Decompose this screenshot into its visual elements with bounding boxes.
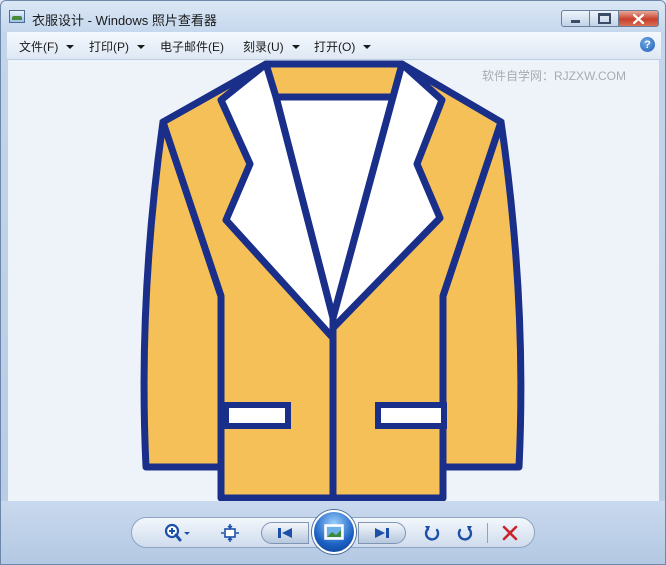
close-button[interactable]: [619, 10, 659, 27]
rotate-clockwise-button[interactable]: [454, 522, 476, 544]
previous-button[interactable]: [261, 522, 309, 544]
menu-email-label: 电子邮件(E): [160, 40, 224, 54]
chevron-down-icon: [291, 44, 300, 49]
next-button[interactable]: [358, 522, 406, 544]
next-icon: [375, 528, 389, 538]
maximize-button[interactable]: [590, 10, 619, 27]
menu-print[interactable]: 打印(P): [89, 38, 145, 55]
maximize-icon: [597, 13, 611, 24]
menu-open[interactable]: 打开(O): [314, 38, 372, 55]
photo-viewer-window: 衣服设计 - Windows 照片查看器 文件(F) 打印(P) 电子邮件(E)…: [0, 0, 666, 565]
slideshow-button[interactable]: [312, 510, 356, 554]
menu-burn[interactable]: 刻录(U): [243, 38, 300, 55]
jacket-right-pocket: [375, 402, 447, 429]
control-separator: [487, 523, 488, 543]
menu-file-label: 文件(F): [19, 40, 59, 54]
rotate-clockwise-icon: [457, 526, 473, 541]
chevron-down-icon: [137, 44, 145, 49]
jacket-left-pocket: [223, 402, 291, 429]
help-icon[interactable]: ?: [640, 37, 655, 52]
photo-viewer-icon: [9, 10, 25, 23]
title-bar[interactable]: 衣服设计 - Windows 照片查看器: [1, 1, 665, 32]
menu-email[interactable]: 电子邮件(E): [160, 38, 224, 55]
menu-open-label: 打开(O): [314, 40, 356, 54]
menu-print-label: 打印(P): [89, 40, 129, 54]
window-title: 衣服设计 - Windows 照片查看器: [32, 13, 217, 28]
image-viewport[interactable]: 软件自学网：RJZXW.COM: [8, 60, 659, 501]
delete-icon: [502, 525, 518, 541]
minimize-icon: [571, 19, 580, 23]
zoom-icon: [164, 523, 190, 542]
delete-button[interactable]: [499, 522, 521, 544]
menu-burn-label: 刻录(U): [243, 40, 284, 54]
control-bar: [1, 501, 665, 564]
close-icon: [633, 13, 644, 24]
jacket-illustration: [140, 60, 525, 501]
minimize-button[interactable]: [561, 10, 590, 27]
menu-file[interactable]: 文件(F): [19, 38, 75, 55]
rotate-counterclockwise-icon: [424, 526, 440, 541]
actual-size-icon: [221, 524, 239, 542]
watermark-text: 软件自学网：RJZXW.COM: [482, 69, 626, 83]
chevron-down-icon: [66, 44, 75, 49]
slideshow-icon: [324, 524, 344, 540]
rotate-counterclockwise-button[interactable]: [421, 522, 443, 544]
zoom-button[interactable]: [161, 522, 193, 544]
actual-size-button[interactable]: [219, 522, 241, 544]
menu-bar: 文件(F) 打印(P) 电子邮件(E) 刻录(U) 打开(O) ?: [7, 32, 661, 60]
chevron-down-icon: [363, 44, 372, 49]
previous-icon: [278, 528, 292, 538]
